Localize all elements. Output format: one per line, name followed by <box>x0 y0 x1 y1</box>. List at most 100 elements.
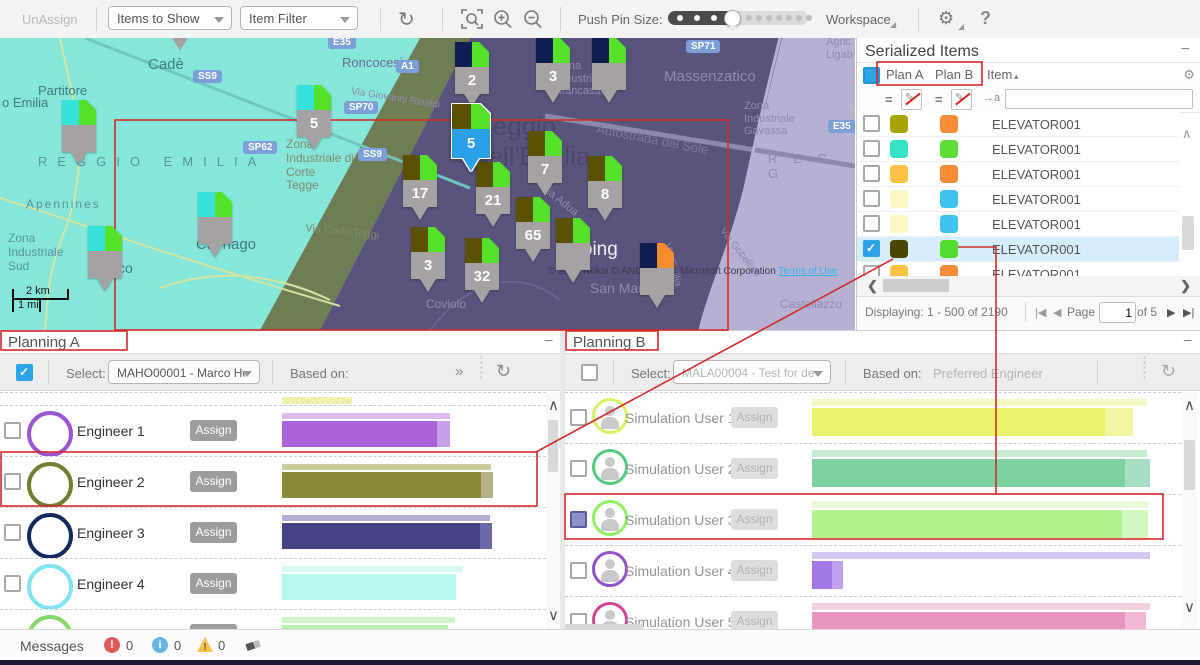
row-checkbox[interactable] <box>570 409 587 426</box>
drag-handle-icon[interactable]: ⋮⋮ <box>474 358 489 378</box>
serialized-item-row[interactable]: ELEVATOR001 <box>857 212 1179 237</box>
gantt-bar[interactable] <box>812 612 1125 629</box>
row-checkbox[interactable] <box>4 524 21 541</box>
items-to-show-dropdown[interactable]: Items to Show <box>108 6 232 30</box>
row-checkbox[interactable] <box>863 165 880 182</box>
resource-row[interactable]: Engineer 2Assign <box>0 456 546 507</box>
first-page-icon[interactable]: |◀ <box>1035 306 1046 319</box>
resource-row[interactable]: Engineer 4Assign <box>0 558 546 609</box>
minimize-button[interactable]: − <box>1181 41 1190 59</box>
resource-row[interactable]: Assign <box>0 609 546 629</box>
gantt-bar[interactable] <box>481 472 493 498</box>
item-filter-input[interactable] <box>1005 89 1193 109</box>
map-pushpin[interactable]: 32 <box>465 238 499 303</box>
help-button[interactable]: ? <box>980 8 991 29</box>
gantt-bar[interactable] <box>282 421 437 447</box>
serialized-item-row[interactable]: ELEVATOR001 <box>857 112 1179 137</box>
resource-row[interactable] <box>0 392 546 405</box>
scroll-up-icon[interactable]: ∧ <box>1184 396 1195 414</box>
gantt-bar[interactable] <box>282 397 352 404</box>
plan-b-column-header[interactable]: Plan B <box>935 67 973 82</box>
gantt-bar[interactable] <box>812 408 1105 436</box>
gantt-bar[interactable] <box>1122 510 1148 538</box>
gantt-bar[interactable] <box>812 501 1148 508</box>
resource-row[interactable]: Simulation User 3Assign <box>565 494 1181 545</box>
minimize-button[interactable]: − <box>1183 333 1192 351</box>
gantt-bar[interactable] <box>282 523 480 549</box>
map-pushpin[interactable]: 2 <box>455 42 489 107</box>
refresh-icon[interactable]: ↻ <box>1161 361 1176 382</box>
gantt-bar[interactable] <box>282 574 456 600</box>
map-pushpin[interactable] <box>640 243 674 308</box>
minimize-button[interactable]: − <box>544 333 553 351</box>
gantt-bar[interactable] <box>282 515 490 521</box>
assign-button[interactable]: Assign <box>731 560 778 581</box>
refresh-icon[interactable]: ↻ <box>496 361 511 382</box>
map-pushpin[interactable] <box>62 100 96 165</box>
planning-b-active-checkbox[interactable] <box>581 364 598 381</box>
gantt-bar[interactable] <box>812 603 1150 610</box>
item-filter-dropdown[interactable]: Item Filter <box>240 6 358 30</box>
gantt-bar[interactable] <box>282 464 491 470</box>
resource-row[interactable]: Engineer 1Assign <box>0 405 546 456</box>
gantt-bar[interactable] <box>832 561 843 589</box>
drag-handle-icon[interactable]: ⋮⋮ <box>1137 358 1152 378</box>
row-checkbox[interactable] <box>863 240 880 257</box>
starts-with-filter-icon[interactable]: →a <box>983 92 1000 104</box>
splitter-collapse-icon[interactable]: ❯ <box>846 102 855 119</box>
resource-row[interactable]: Simulation User 5Assign <box>565 596 1181 629</box>
row-checkbox[interactable] <box>570 511 587 528</box>
item-column-header[interactable]: Item▲ <box>987 67 1020 82</box>
gantt-bar[interactable] <box>812 510 1122 538</box>
zoom-to-fit-icon[interactable] <box>460 8 484 30</box>
serialized-item-row[interactable]: ELEVATOR001 <box>857 237 1179 262</box>
terms-of-use-link[interactable]: Terms of Use <box>778 266 837 277</box>
zoom-out-icon[interactable] <box>522 8 544 30</box>
row-checkbox[interactable] <box>863 140 880 157</box>
gantt-bar[interactable] <box>812 399 1147 406</box>
resource-row[interactable]: Simulation User 2Assign <box>565 443 1181 494</box>
gantt-bar[interactable] <box>282 472 481 498</box>
gantt-bar[interactable] <box>282 617 455 623</box>
planning-a-active-checkbox[interactable] <box>16 364 33 381</box>
gantt-bar[interactable] <box>812 450 1147 457</box>
serialized-item-row[interactable]: ELEVATOR001 <box>857 187 1179 212</box>
planning-b-select-dropdown[interactable]: MALA00004 - Test for de <box>673 360 831 384</box>
plan-a-filter-operator-icon[interactable]: = <box>885 92 893 107</box>
map-pushpin[interactable]: 8 <box>588 156 622 221</box>
scroll-left-icon[interactable]: ❮ <box>867 278 878 294</box>
assign-button[interactable]: Assign <box>190 420 237 441</box>
map-pushpin[interactable] <box>556 218 590 283</box>
serialized-item-row[interactable]: ELEVATOR001 <box>857 162 1179 187</box>
plan-b-color-filter-icon[interactable]: ✎ <box>951 89 972 110</box>
scroll-down-icon[interactable]: ∨ <box>1184 598 1195 616</box>
scroll-right-icon[interactable]: ❯ <box>1180 278 1191 294</box>
scroll-down-icon[interactable]: ∨ <box>548 606 559 624</box>
resource-row[interactable]: Engineer 3Assign <box>0 507 546 558</box>
eraser-icon[interactable] <box>244 638 262 653</box>
map-pushpin[interactable]: 3 <box>536 38 570 103</box>
row-checkbox[interactable] <box>4 473 21 490</box>
more-options-chevrons[interactable]: » <box>455 363 463 380</box>
gantt-bar[interactable] <box>1125 459 1150 487</box>
assign-button[interactable]: Assign <box>190 522 237 543</box>
gantt-bar[interactable] <box>1125 612 1146 629</box>
assign-button[interactable]: Assign <box>190 573 237 594</box>
refresh-icon[interactable]: ↻ <box>398 7 415 32</box>
map-pushpin[interactable] <box>198 192 232 257</box>
serialized-item-row[interactable]: ELEVATOR001 <box>857 137 1179 162</box>
map-pushpin[interactable]: 65 <box>516 197 550 262</box>
gantt-bar[interactable] <box>282 566 463 572</box>
page-number-input[interactable] <box>1099 302 1136 323</box>
gantt-bar[interactable] <box>812 459 1125 487</box>
row-checkbox[interactable] <box>863 190 880 207</box>
row-checkbox[interactable] <box>863 215 880 232</box>
planning-b-scrollbar[interactable]: ∧ ∨ <box>1181 392 1197 629</box>
grid-gear-icon[interactable]: ⚙ <box>1183 67 1195 83</box>
gantt-bar[interactable] <box>812 552 1150 559</box>
row-checkbox[interactable] <box>570 460 587 477</box>
assign-button[interactable]: Assign <box>731 611 778 629</box>
map-pushpin[interactable]: 17 <box>403 155 437 220</box>
row-checkbox[interactable] <box>4 575 21 592</box>
scroll-up-icon[interactable]: ∧ <box>1182 126 1192 142</box>
